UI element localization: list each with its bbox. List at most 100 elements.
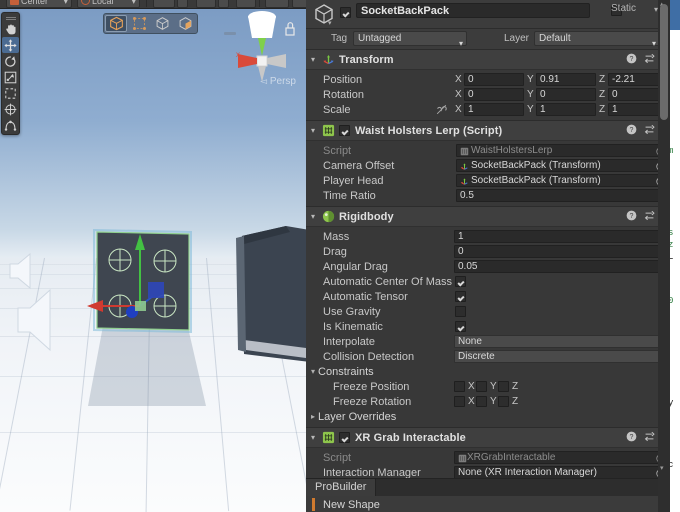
gameobject-enabled-checkbox[interactable] <box>340 7 351 18</box>
rotation-y-field[interactable]: 0 <box>536 88 596 101</box>
scene-object-backpack[interactable] <box>234 222 306 368</box>
help-icon[interactable]: ? <box>626 210 637 221</box>
main-toolbar[interactable]: Center ▾ Local ▾ <box>0 0 306 9</box>
component-title: Rigidbody <box>339 210 394 223</box>
preset-icon[interactable] <box>644 124 655 135</box>
rotate-tool[interactable] <box>2 53 19 69</box>
preset-icon[interactable] <box>644 431 655 442</box>
undo-dropdown-icon[interactable] <box>218 0 229 8</box>
gameobject-cube-icon[interactable]: ▾ <box>312 2 336 26</box>
view-tool[interactable] <box>2 21 19 37</box>
row-label: Freeze Rotation <box>333 395 412 408</box>
freeze-position-x-checkbox[interactable] <box>454 381 465 392</box>
script-object-field[interactable]: WaistHolstersLerp <box>456 144 668 157</box>
tag-value: Untagged <box>358 33 402 44</box>
xr-script-object-field[interactable]: XRGrabInteractable <box>454 451 668 464</box>
probuilder-edge-mode[interactable] <box>151 15 173 32</box>
use-gravity-row: Use Gravity <box>306 304 670 319</box>
transform-tool[interactable] <box>2 101 19 117</box>
custom-editor-tool[interactable] <box>2 117 19 133</box>
camera-offset-object-field[interactable]: SocketBackPack (Transform) <box>456 159 668 172</box>
scale-y-field[interactable]: 1 <box>536 103 596 116</box>
pivot-rotation-dropdown[interactable]: Local ▾ <box>77 0 140 8</box>
transform-axis-icon <box>460 177 469 186</box>
tool-palette-grip[interactable] <box>2 14 19 21</box>
scroll-down-arrow[interactable]: ▾ <box>660 464 664 472</box>
svg-text:?: ? <box>630 127 634 134</box>
position-y-field[interactable]: 0.91 <box>536 73 596 86</box>
scene-tool-palette[interactable] <box>1 12 20 135</box>
component-title: Waist Holsters Lerp (Script) <box>355 124 503 137</box>
probuilder-object-mode[interactable] <box>105 15 127 32</box>
lighting-icon[interactable] <box>265 0 289 8</box>
preset-icon[interactable] <box>644 53 655 64</box>
player-head-object-field[interactable]: SocketBackPack (Transform) <box>456 174 668 187</box>
scene-view[interactable]: Center ▾ Local ▾ x ◅ Persp <box>0 0 306 512</box>
move-tool[interactable] <box>2 37 19 53</box>
row-label: Automatic Tensor <box>323 290 408 303</box>
tab-probuilder[interactable]: ProBuilder <box>306 479 377 496</box>
use-gravity-checkbox[interactable] <box>455 306 466 317</box>
gameobject-name-field[interactable]: SocketBackPack <box>356 3 590 18</box>
layers-icon[interactable] <box>236 0 256 8</box>
accent-bar <box>312 498 315 511</box>
angular-drag-field[interactable]: 0.05 <box>454 260 668 273</box>
component-enabled-checkbox[interactable] <box>339 432 350 443</box>
component-header-waist-holsters-lerp[interactable]: ▾ Waist Holsters Lerp (Script) ? <box>306 121 670 141</box>
preset-icon[interactable] <box>644 210 655 221</box>
inspector-panel[interactable]: m s z L 0 y c ▾ SocketBackPack Static ▾ <box>306 0 680 512</box>
undo-icon[interactable] <box>196 0 216 8</box>
component-header-transform[interactable]: ▾ Transform ? <box>306 50 670 70</box>
tag-dropdown[interactable]: Untagged ▾ <box>353 31 467 48</box>
is-kinematic-checkbox[interactable] <box>455 321 466 332</box>
constrain-proportions-icon[interactable] <box>436 104 447 115</box>
layer-dropdown[interactable]: Default ▾ <box>534 31 660 48</box>
probuilder-vertex-mode[interactable] <box>128 15 150 32</box>
component-header-rigidbody[interactable]: ▾ Rigidbody ? <box>306 207 670 227</box>
probuilder-face-mode[interactable] <box>174 15 196 32</box>
freeze-rotation-z-checkbox[interactable] <box>498 396 509 407</box>
collision-detection-dropdown[interactable]: Discrete ▾ <box>454 350 668 363</box>
scene-projection-label[interactable]: ◅ Persp <box>260 76 296 87</box>
freeze-position-y-checkbox[interactable] <box>476 381 487 392</box>
help-icon[interactable]: ? <box>626 53 637 64</box>
tag-layer-row: Tag Untagged ▾ Layer Default ▾ <box>306 29 670 50</box>
freeze-rotation-x-checkbox[interactable] <box>454 396 465 407</box>
freeze-position-z-checkbox[interactable] <box>498 381 509 392</box>
pivot-mode-dropdown[interactable]: Center ▾ <box>6 0 72 8</box>
interpolate-dropdown[interactable]: None ▾ <box>454 335 668 348</box>
scale-x-field[interactable]: 1 <box>464 103 524 116</box>
grid-snap-icon[interactable] <box>153 0 175 8</box>
constraints-foldout[interactable]: ▾ Constraints <box>306 364 670 379</box>
move-gizmo[interactable] <box>75 218 195 328</box>
drag-field[interactable]: 0 <box>454 245 668 258</box>
freeze-rotation-y-checkbox[interactable] <box>476 396 487 407</box>
foldout-arrow-icon[interactable]: ▾ <box>306 126 320 135</box>
probuilder-mode-toolbar[interactable] <box>103 13 198 34</box>
collision-detection-value: Discrete <box>458 351 495 362</box>
help-icon[interactable]: ? <box>626 431 637 442</box>
help-icon[interactable]: ? <box>626 124 637 135</box>
grid-snap-dropdown-icon[interactable] <box>177 0 188 8</box>
automatic-tensor-checkbox[interactable] <box>455 291 466 302</box>
rotation-x-field[interactable]: 0 <box>464 88 524 101</box>
rect-tool[interactable] <box>2 85 19 101</box>
time-ratio-field[interactable]: 0.5 <box>456 189 668 202</box>
svg-text:?: ? <box>630 56 634 63</box>
scale-tool[interactable] <box>2 69 19 85</box>
component-enabled-checkbox[interactable] <box>339 125 350 136</box>
foldout-arrow-icon[interactable]: ▾ <box>306 212 320 221</box>
constraints-label: Constraints <box>318 365 374 378</box>
position-x-field[interactable]: 0 <box>464 73 524 86</box>
angular-drag-row: Angular Drag 0.05 <box>306 259 670 274</box>
component-header-xr-grab-interactable[interactable]: ▾ XR Grab Interactable ? <box>306 428 670 448</box>
layer-overrides-foldout[interactable]: ▸ Layer Overrides <box>306 409 670 424</box>
probuilder-new-shape-item[interactable]: New Shape <box>306 496 380 512</box>
inspector-scrollbar[interactable]: ▴ ▾ <box>658 0 670 512</box>
inspector-scrollbar-thumb[interactable] <box>660 4 668 120</box>
2d-toggle[interactable] <box>292 0 306 8</box>
foldout-arrow-icon[interactable]: ▾ <box>306 433 320 442</box>
mass-field[interactable]: 1 <box>454 230 668 243</box>
automatic-center-of-mass-checkbox[interactable] <box>455 276 466 287</box>
foldout-arrow-icon[interactable]: ▾ <box>306 55 320 64</box>
